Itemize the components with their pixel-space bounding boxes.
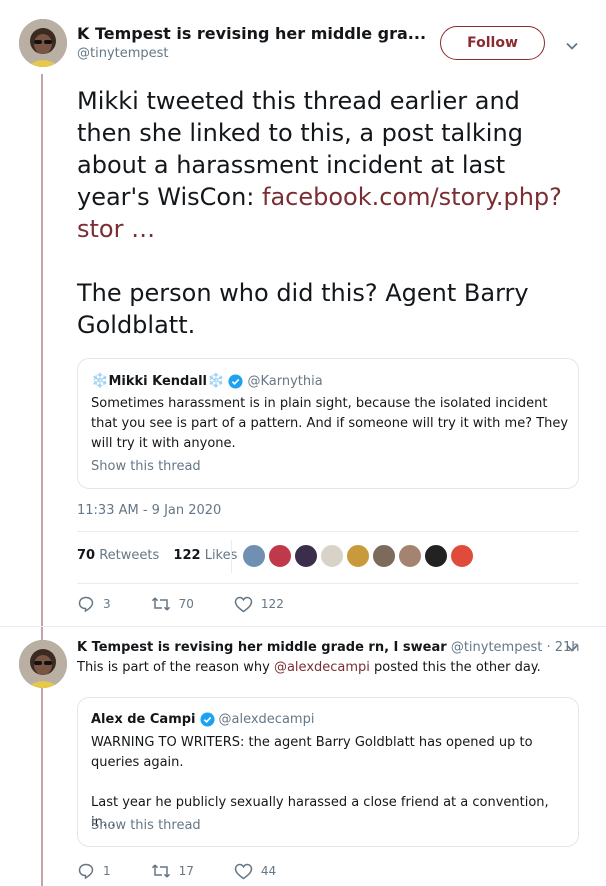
quoted-tweet-header: ❄️ Mikki Kendall ❄️ @Karnythia	[91, 373, 323, 389]
quoted-tweet[interactable]: Alex de Campi @alexdecampi WARNING TO WR…	[77, 697, 579, 847]
heart-icon	[234, 596, 253, 612]
tweet-stats: 70 Retweets 122 Likes	[77, 548, 237, 563]
tweet-header: K Tempest is revising her middle grade r…	[77, 640, 580, 655]
snowflake-icon: ❄️	[207, 373, 225, 389]
retweet-count: 17	[178, 864, 194, 878]
tweet-actions: 1 17 44	[77, 862, 316, 880]
like-count: 122	[260, 597, 284, 611]
quoted-tweet[interactable]: ❄️ Mikki Kendall ❄️ @Karnythia Sometimes…	[77, 358, 579, 489]
tweet-text-part: This is part of the reason why	[77, 660, 274, 675]
quoted-tweet-text: WARNING TO WRITERS: the agent Barry Gold…	[91, 735, 533, 770]
mention-link[interactable]: @alexdecampi	[274, 660, 370, 675]
show-thread-link[interactable]: Show this thread	[91, 818, 201, 833]
divider	[77, 531, 579, 532]
verified-badge-icon	[228, 373, 243, 389]
avatar[interactable]	[19, 19, 67, 67]
liker-avatar[interactable]	[268, 544, 292, 568]
likes-stat-label: Likes	[204, 548, 238, 563]
snowflake-icon: ❄️	[91, 373, 109, 389]
tweet-actions: 3 70 122	[77, 595, 324, 613]
retweets-stat[interactable]: 70 Retweets	[77, 548, 159, 563]
like-count: 44	[260, 864, 277, 878]
reply-count: 1	[103, 864, 111, 878]
retweets-stat-count: 70	[77, 548, 96, 563]
retweet-button[interactable]: 70	[151, 595, 194, 613]
tweet-timestamp[interactable]: 11:33 AM - 9 Jan 2020	[77, 503, 221, 518]
author-handle[interactable]: @tinytempest	[77, 46, 169, 61]
heart-icon	[234, 863, 253, 879]
reply-icon	[78, 596, 94, 613]
divider	[77, 583, 579, 584]
like-button[interactable]: 44	[234, 863, 276, 880]
quoted-tweet-text: Sometimes harassment is in plain sight, …	[91, 396, 569, 451]
tweet-text-part: posted this the other day.	[369, 660, 541, 675]
chevron-down-icon[interactable]	[563, 639, 581, 657]
chevron-down-icon[interactable]	[563, 37, 581, 55]
tweet-separator	[0, 626, 606, 627]
quoted-author-handle: @Karnythia	[247, 373, 323, 389]
retweets-stat-label: Retweets	[99, 548, 160, 563]
liker-avatar[interactable]	[294, 544, 318, 568]
verified-badge-icon	[199, 712, 215, 727]
liker-avatar[interactable]	[346, 544, 370, 568]
quoted-author-name: Mikki Kendall	[108, 373, 208, 389]
liker-avatar[interactable]	[424, 544, 448, 568]
liker-avatar[interactable]	[398, 544, 422, 568]
quoted-author-handle: @alexdecampi	[218, 712, 315, 727]
retweet-count: 70	[178, 597, 194, 611]
liker-avatar[interactable]	[372, 544, 396, 568]
retweet-button[interactable]: 17	[151, 862, 194, 880]
retweet-icon	[151, 597, 170, 611]
author-name[interactable]: K Tempest is revising her middle gra...	[77, 24, 426, 43]
like-button[interactable]: 122	[234, 596, 284, 613]
likes-stat-count: 122	[173, 548, 201, 563]
tweet-text: Mikki tweeted this thread earlier and th…	[77, 85, 582, 341]
quoted-tweet-header: Alex de Campi @alexdecampi	[91, 712, 314, 727]
avatar[interactable]	[19, 640, 67, 688]
likes-stat[interactable]: 122 Likes	[173, 548, 237, 563]
tweet-text-part: The person who did this? Agent Barry Gol…	[77, 279, 529, 339]
reply-button[interactable]: 1	[77, 862, 111, 880]
liker-avatar[interactable]	[450, 544, 474, 568]
tweet-text: This is part of the reason why @alexdeca…	[77, 660, 541, 675]
reply-count: 3	[103, 597, 111, 611]
reply-icon	[78, 863, 94, 880]
follow-button[interactable]: Follow	[440, 26, 545, 60]
stats-separator	[231, 540, 232, 573]
liker-avatar[interactable]	[320, 544, 344, 568]
author-handle-time[interactable]: @tinytempest · 21h	[451, 640, 580, 655]
liker-avatar[interactable]	[242, 544, 266, 568]
retweet-icon	[151, 864, 170, 878]
show-thread-link[interactable]: Show this thread	[91, 459, 201, 474]
reply-button[interactable]: 3	[77, 595, 111, 613]
quoted-author-name: Alex de Campi	[91, 712, 196, 727]
liker-avatars	[242, 544, 476, 568]
thread-connector-line	[41, 74, 43, 886]
author-name[interactable]: K Tempest is revising her middle grade r…	[77, 640, 447, 655]
